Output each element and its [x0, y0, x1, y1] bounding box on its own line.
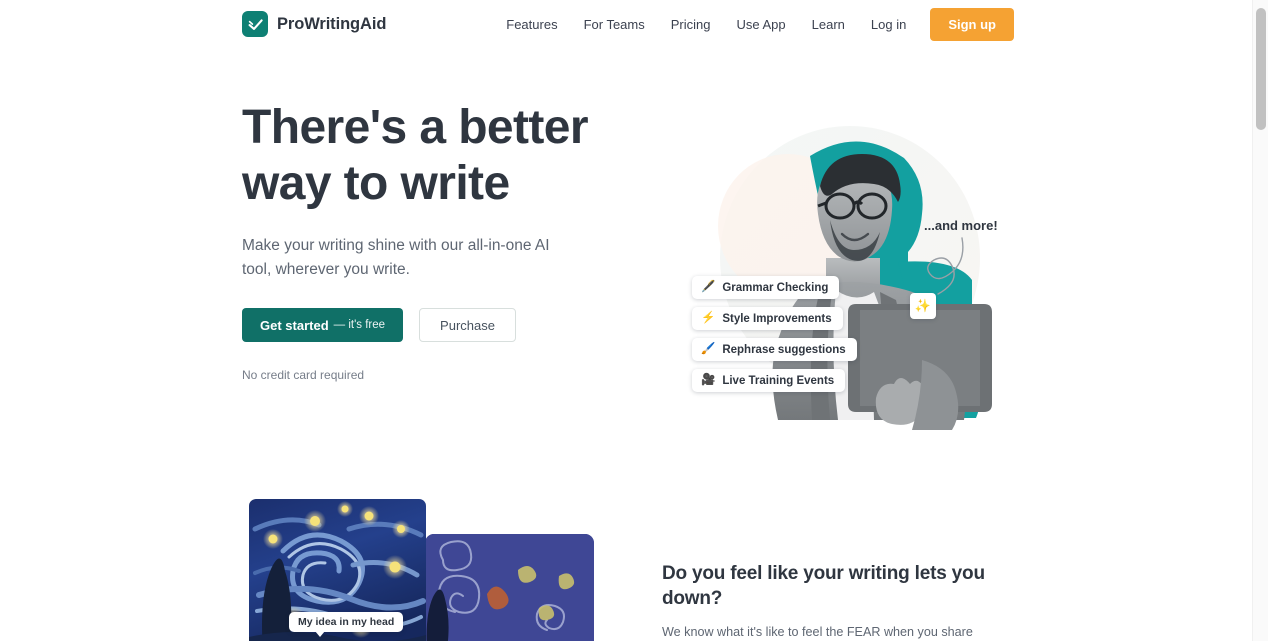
- and-more-label: ...and more!: [924, 218, 998, 233]
- brand-logo-link[interactable]: ProWritingAid: [242, 11, 386, 37]
- paintbrush-icon: 🖌️: [701, 342, 716, 355]
- lower-copy: Do you feel like your writing lets you d…: [662, 562, 1007, 641]
- feature-pill-list: 🖋️ Grammar Checking ⚡ Style Improvements…: [692, 276, 857, 392]
- page-root: ProWritingAid Features For Teams Pricing…: [0, 0, 1268, 641]
- hero-title-line-1: There's a better: [242, 101, 589, 154]
- nav-item-use-app[interactable]: Use App: [724, 10, 799, 39]
- feature-pill-label: Live Training Events: [722, 374, 835, 387]
- idea-tooltip: My idea in my head: [289, 612, 404, 637]
- lower-heading: Do you feel like your writing lets you d…: [662, 563, 985, 609]
- video-camera-icon: 🎥: [701, 373, 716, 386]
- hero-illustration: ...and more! ✨ 🖋️ Grammar Checking ⚡ Sty…: [660, 108, 1020, 438]
- nav-item-log-in[interactable]: Log in: [858, 10, 919, 39]
- hero-title: There's a better way to write: [242, 100, 592, 212]
- hero-title-line-2: way to write: [242, 157, 510, 211]
- hero-subtitle: Make your writing shine with our all-in-…: [242, 237, 550, 278]
- hero-copy: There's a better way to write Make your …: [242, 100, 592, 382]
- lightning-icon: ⚡: [701, 311, 716, 324]
- idea-comparison-graphic: My idea in my head: [249, 499, 594, 641]
- get-started-label: Get started: [260, 317, 329, 333]
- prowritingaid-logo-icon: [242, 11, 268, 37]
- nav-item-features[interactable]: Features: [493, 10, 570, 39]
- feature-pill-rephrase-suggestions[interactable]: 🖌️ Rephrase suggestions: [692, 338, 857, 361]
- get-started-button[interactable]: Get started — it's free: [242, 308, 404, 343]
- nav-item-pricing[interactable]: Pricing: [658, 10, 724, 39]
- page-viewport: ProWritingAid Features For Teams Pricing…: [0, 0, 1252, 641]
- feature-pill-grammar-checking[interactable]: 🖋️ Grammar Checking: [692, 276, 840, 299]
- sparkle-icon: ✨: [910, 293, 936, 319]
- page-scrollbar[interactable]: [1252, 0, 1268, 641]
- feature-pill-style-improvements[interactable]: ⚡ Style Improvements: [692, 307, 843, 330]
- feature-pill-label: Style Improvements: [722, 312, 832, 325]
- get-started-suffix: — it's free: [333, 319, 386, 332]
- feature-pill-label: Grammar Checking: [722, 281, 829, 294]
- nav-item-learn[interactable]: Learn: [799, 10, 858, 39]
- feature-pill-live-training-events[interactable]: 🎥 Live Training Events: [692, 369, 846, 392]
- main-navigation: Features For Teams Pricing Use App Learn…: [493, 8, 1014, 41]
- sign-up-button[interactable]: Sign up: [930, 8, 1014, 41]
- lower-section: My idea in my head Do you feel like your…: [0, 478, 1252, 641]
- flat-idea-card: [425, 534, 594, 641]
- purchase-button[interactable]: Purchase: [419, 308, 516, 343]
- pen-icon: 🖋️: [701, 280, 716, 293]
- nav-item-for-teams[interactable]: For Teams: [571, 10, 658, 39]
- hero-section: There's a better way to write Make your …: [0, 48, 1252, 478]
- site-header: ProWritingAid Features For Teams Pricing…: [0, 0, 1252, 48]
- brand-name: ProWritingAid: [277, 14, 387, 33]
- scrollbar-thumb[interactable]: [1256, 8, 1266, 130]
- feature-pill-label: Rephrase suggestions: [722, 343, 846, 356]
- lower-paragraph: We know what it's like to feel the FEAR …: [662, 625, 973, 640]
- no-credit-card-note: No credit card required: [242, 368, 365, 383]
- hero-cta-group: Get started — it's free Purchase: [242, 308, 592, 343]
